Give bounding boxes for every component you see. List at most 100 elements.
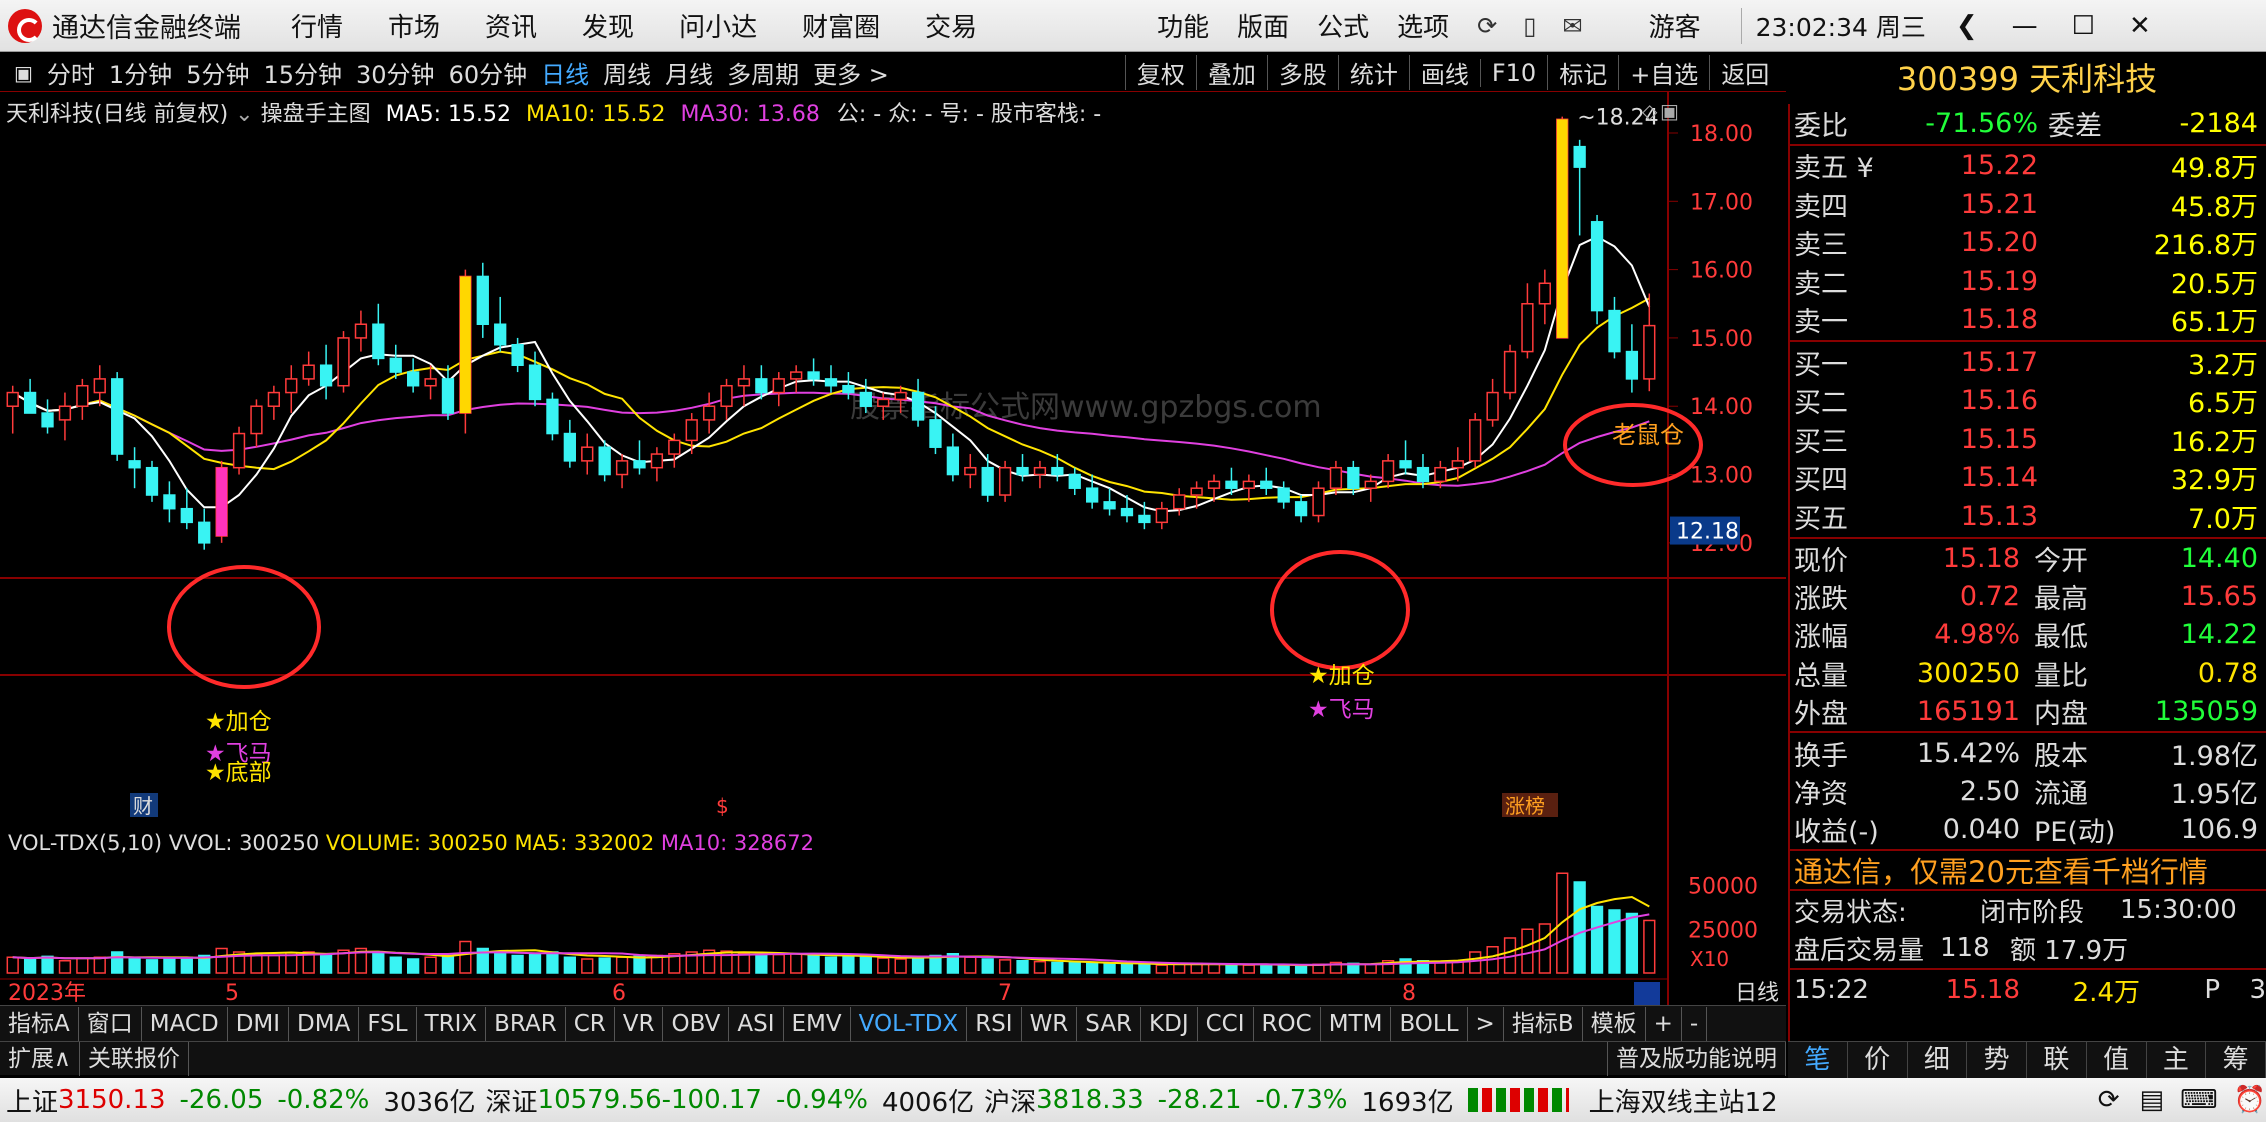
biaoji-button[interactable]: 标记 — [1547, 55, 1618, 90]
kline-chart[interactable]: 股票指标公式网www.gpzbgs.com18.0017.0016.0015.0… — [0, 92, 1786, 1006]
right-tab-2[interactable]: 细 — [1908, 1042, 1968, 1078]
menu-caifuquan[interactable]: 财富圈 — [802, 7, 880, 44]
indicator-tab-26[interactable]: - — [1682, 1006, 1708, 1041]
indicator-tab-17[interactable]: KDJ — [1141, 1006, 1198, 1041]
period-fenshi[interactable]: 分时 — [47, 55, 95, 90]
indicator-tab-25[interactable]: + — [1646, 1006, 1682, 1041]
right-tab-6[interactable]: 主 — [2147, 1042, 2207, 1078]
tongji-button[interactable]: 统计 — [1337, 55, 1409, 90]
indicator-tab-8[interactable]: CR — [566, 1006, 615, 1041]
server-label[interactable]: 上海双线主站12 — [1589, 1082, 1778, 1119]
indicator-name[interactable]: 操盘手主图 — [261, 102, 371, 127]
indicator-tab-3[interactable]: DMI — [228, 1006, 290, 1041]
expand-button[interactable]: 扩展∧ — [0, 1041, 80, 1076]
minimize-icon[interactable]: — — [2012, 11, 2038, 41]
ask-row[interactable]: 卖二 15.19 20.5万 — [1790, 262, 2266, 301]
promo-banner[interactable]: 通达信，仅需20元查看千档行情 — [1790, 849, 2266, 891]
related-quote-tab[interactable]: 关联报价 — [80, 1041, 189, 1076]
period-multi[interactable]: 多周期 — [727, 55, 799, 90]
indicator-tab-9[interactable]: VR — [615, 1006, 664, 1041]
diejia-button[interactable]: 叠加 — [1195, 55, 1267, 90]
indicator-tab-23[interactable]: 指标B — [1504, 1006, 1583, 1041]
alarm-icon[interactable]: ⏰ — [2234, 1085, 2266, 1115]
menu-banmian[interactable]: 版面 — [1237, 7, 1289, 44]
bid-row[interactable]: 买三 15.15 16.2万 — [1790, 420, 2266, 459]
user-label[interactable]: 游客 — [1649, 7, 1701, 44]
indicator-tab-7[interactable]: BRAR — [486, 1006, 566, 1041]
maximize-icon[interactable]: ☐ — [2072, 11, 2095, 41]
indicator-tab-6[interactable]: TRIX — [417, 1006, 487, 1041]
add-favorite-button[interactable]: +自选 — [1618, 55, 1709, 90]
mail-icon[interactable]: ✉ — [1563, 12, 1583, 40]
sz-label[interactable]: 深证 — [486, 1082, 538, 1119]
indicator-tab-0[interactable]: 指标A — [0, 1006, 79, 1041]
fuquan-button[interactable]: 复权 — [1124, 55, 1196, 90]
indicator-tab-20[interactable]: MTM — [1321, 1006, 1392, 1041]
period-week[interactable]: 周线 — [603, 55, 651, 90]
indicator-tab-4[interactable]: DMA — [289, 1006, 360, 1041]
right-tab-5[interactable]: 值 — [2087, 1042, 2147, 1078]
menu-jiaoyi[interactable]: 交易 — [925, 7, 977, 44]
indicator-tab-22[interactable]: > — [1468, 1006, 1504, 1041]
indicator-tab-12[interactable]: EMV — [784, 1006, 851, 1041]
indicator-tab-15[interactable]: WR — [1022, 1006, 1078, 1041]
bid-row[interactable]: 买四 15.14 32.9万 — [1790, 459, 2266, 498]
menu-wenxiaoda[interactable]: 问小达 — [679, 7, 757, 44]
back-icon[interactable]: ❮ — [1956, 11, 1978, 41]
ask-row[interactable]: 卖四 15.21 45.8万 — [1790, 185, 2266, 224]
period-day[interactable]: 日线 — [541, 55, 589, 90]
indicator-tab-2[interactable]: MACD — [142, 1006, 228, 1041]
indicator-tab-19[interactable]: ROC — [1254, 1006, 1321, 1041]
indicator-tab-11[interactable]: ASI — [729, 1006, 784, 1041]
period-more[interactable]: 更多 > — [813, 55, 889, 90]
kline-chart-area[interactable]: 股票指标公式网www.gpzbgs.com 18.00 17.00 16.00 15.0… — [0, 92, 1786, 1025]
refresh-icon[interactable]: ⟳ — [1477, 12, 1497, 40]
right-tab-3[interactable]: 势 — [1967, 1042, 2027, 1078]
notes-icon[interactable]: ▤ — [2140, 1085, 2165, 1115]
menu-hangqing[interactable]: 行情 — [291, 7, 343, 44]
refresh-icon[interactable]: ⟳ — [2098, 1085, 2120, 1115]
indicator-tab-18[interactable]: CCI — [1198, 1006, 1254, 1041]
period-30min[interactable]: 30分钟 — [356, 55, 435, 90]
indicator-tab-1[interactable]: 窗口 — [79, 1006, 142, 1041]
ask-row[interactable]: 卖三 15.20 216.8万 — [1790, 224, 2266, 263]
phone-icon[interactable]: ▯ — [1523, 12, 1536, 40]
period-1min[interactable]: 1分钟 — [109, 55, 172, 90]
indicator-dropdown-icon[interactable]: ⌄ — [235, 102, 253, 127]
menu-gongshi[interactable]: 公式 — [1317, 7, 1369, 44]
period-60min[interactable]: 60分钟 — [449, 55, 528, 90]
help-link[interactable]: 普及版功能说明 — [1607, 1041, 1786, 1076]
right-tab-4[interactable]: 联 — [2027, 1042, 2087, 1078]
indicator-tab-14[interactable]: RSI — [967, 1006, 1022, 1041]
bid-row[interactable]: 买五 15.13 7.0万 — [1790, 497, 2266, 536]
indicator-tab-16[interactable]: SAR — [1077, 1006, 1142, 1041]
indicator-tab-10[interactable]: OBV — [663, 1006, 730, 1041]
indicator-tab-5[interactable]: FSL — [359, 1006, 417, 1041]
menu-faxian[interactable]: 发现 — [582, 7, 634, 44]
indicator-tab-13[interactable]: VOL-TDX — [851, 1006, 968, 1041]
indicator-tab-24[interactable]: 模板 — [1583, 1006, 1646, 1041]
return-button[interactable]: 返回 — [1709, 55, 1780, 90]
bid-row[interactable]: 买二 15.16 6.5万 — [1790, 382, 2266, 421]
sh-label[interactable]: 上证 — [6, 1082, 58, 1119]
lock-icon[interactable]: ▣ — [14, 61, 33, 85]
huaxian-button[interactable]: 画线 — [1408, 55, 1480, 90]
hs-label[interactable]: 沪深 — [984, 1082, 1036, 1119]
menu-gongneng[interactable]: 功能 — [1157, 7, 1209, 44]
keyboard-icon[interactable]: ⌨ — [2180, 1085, 2218, 1115]
period-5min[interactable]: 5分钟 — [186, 55, 249, 90]
indicator-tab-21[interactable]: BOLL — [1391, 1006, 1468, 1041]
ask-row[interactable]: 卖五 ¥ 15.22 49.8万 — [1790, 147, 2266, 186]
menu-xuanxiang[interactable]: 选项 — [1397, 7, 1449, 44]
menu-zixun[interactable]: 资讯 — [485, 7, 537, 44]
bid-row[interactable]: 买一 15.17 3.2万 — [1790, 343, 2266, 382]
menu-shichang[interactable]: 市场 — [388, 7, 440, 44]
period-15min[interactable]: 15分钟 — [263, 55, 342, 90]
right-tab-7[interactable]: 筹 — [2206, 1042, 2266, 1078]
period-month[interactable]: 月线 — [665, 55, 713, 90]
right-tab-1[interactable]: 价 — [1848, 1042, 1908, 1078]
f10-button[interactable]: F10 — [1479, 58, 1547, 87]
close-icon[interactable]: ✕ — [2129, 11, 2151, 41]
ask-row[interactable]: 卖一 15.18 65.1万 — [1790, 301, 2266, 340]
duogu-button[interactable]: 多股 — [1266, 55, 1338, 90]
